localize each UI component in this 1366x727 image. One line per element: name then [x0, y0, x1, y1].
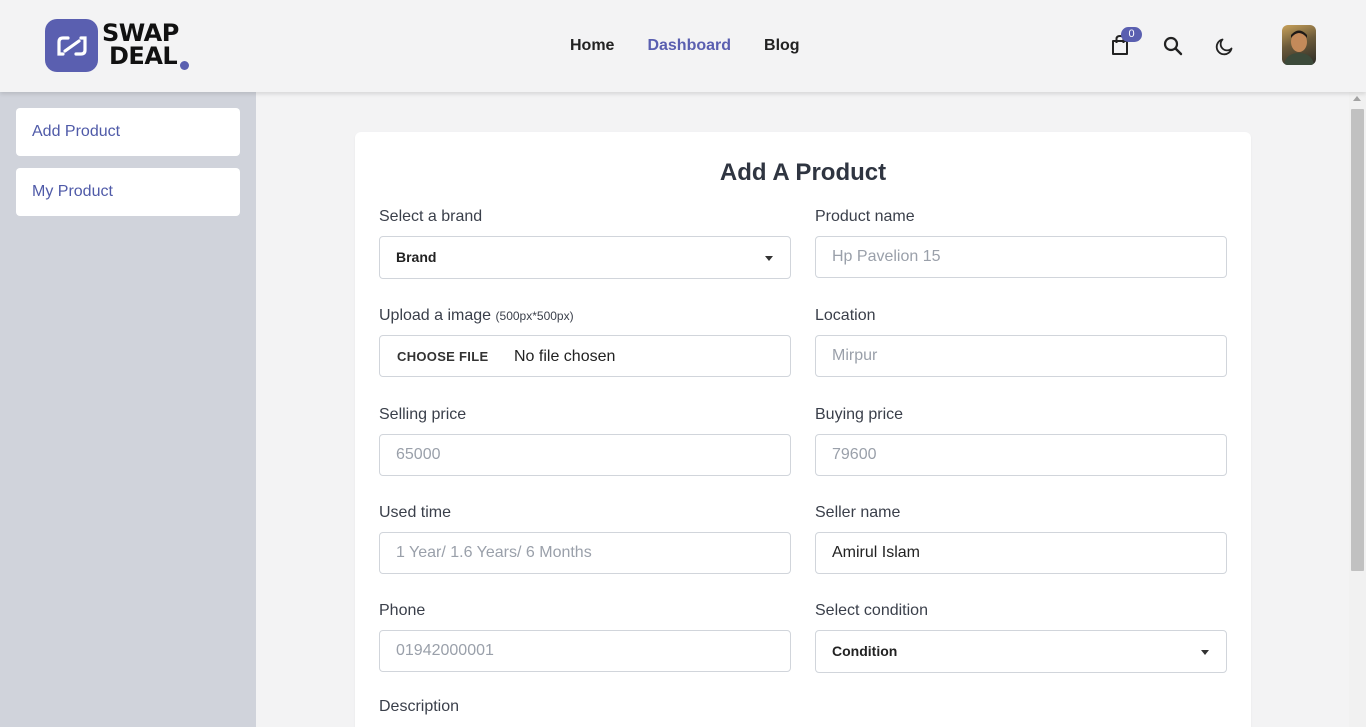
nav-dashboard[interactable]: Dashboard [647, 37, 731, 55]
used-time-label: Used time [379, 504, 452, 521]
logo-dot [180, 61, 189, 70]
cart-button[interactable]: 0 [1110, 27, 1142, 58]
logo-line-2: DEAL [109, 42, 178, 70]
description-label: Description [379, 698, 460, 715]
search-button[interactable] [1162, 35, 1184, 57]
search-icon [1163, 36, 1183, 56]
file-status-text: No file chosen [514, 348, 616, 365]
image-upload-field[interactable]: CHOOSE FILE No file chosen [379, 335, 791, 377]
buying-price-input[interactable]: 79600 [815, 434, 1227, 476]
swap-logo-icon [45, 19, 98, 72]
phone-input[interactable]: 01942000001 [379, 630, 791, 672]
upload-label-text: Upload a image [379, 307, 492, 324]
product-name-input[interactable]: Hp Pavelion 15 [815, 236, 1227, 278]
product-name-label: Product name [815, 208, 915, 225]
brand-select[interactable]: Brand [379, 236, 791, 279]
site-logo[interactable]: SWAP DEAL [45, 19, 195, 73]
condition-select[interactable]: Condition [815, 630, 1227, 673]
top-header: SWAP DEAL Home Dashboard Blog 0 [0, 0, 1366, 92]
brand-select-value: Brand [396, 249, 437, 265]
location-label: Location [815, 307, 876, 324]
seller-name-input[interactable]: Amirul Islam [815, 532, 1227, 574]
nav-home[interactable]: Home [570, 37, 614, 55]
phone-label: Phone [379, 602, 426, 619]
form-title: Add A Product [719, 159, 887, 186]
location-input[interactable]: Mirpur [815, 335, 1227, 377]
selling-price-input[interactable]: 65000 [379, 434, 791, 476]
condition-label: Select condition [815, 602, 928, 619]
main-nav: Home Dashboard Blog [570, 37, 833, 55]
sidebar-item-add-product[interactable]: Add Product [16, 108, 240, 156]
logo-wordmark: SWAP DEAL [102, 21, 179, 70]
seller-name-label: Seller name [815, 504, 901, 521]
used-time-input[interactable]: 1 Year/ 1.6 Years/ 6 Months [379, 532, 791, 574]
user-avatar[interactable] [1282, 25, 1316, 65]
scrollbar-thumb[interactable] [1351, 109, 1364, 571]
sidebar-item-my-product[interactable]: My Product [16, 168, 240, 216]
moon-icon [1215, 38, 1233, 56]
caret-down-icon [1201, 650, 1209, 655]
nav-blog[interactable]: Blog [764, 37, 800, 55]
page-scrollbar[interactable] [1349, 92, 1366, 727]
selling-price-label: Selling price [379, 406, 467, 423]
condition-select-value: Condition [832, 643, 898, 659]
theme-toggle-button[interactable] [1214, 35, 1236, 57]
upload-size-hint: (500px*500px) [495, 309, 574, 323]
buying-price-label: Buying price [815, 406, 904, 423]
upload-label: Upload a image (500px*500px) [379, 307, 574, 325]
caret-down-icon [765, 256, 773, 261]
dashboard-sidebar: Add Product My Product [0, 92, 256, 727]
cart-count-badge: 0 [1121, 27, 1142, 42]
brand-label: Select a brand [379, 208, 483, 225]
choose-file-button[interactable]: CHOOSE FILE [397, 336, 488, 378]
scroll-up-arrow-icon[interactable] [1353, 96, 1361, 101]
